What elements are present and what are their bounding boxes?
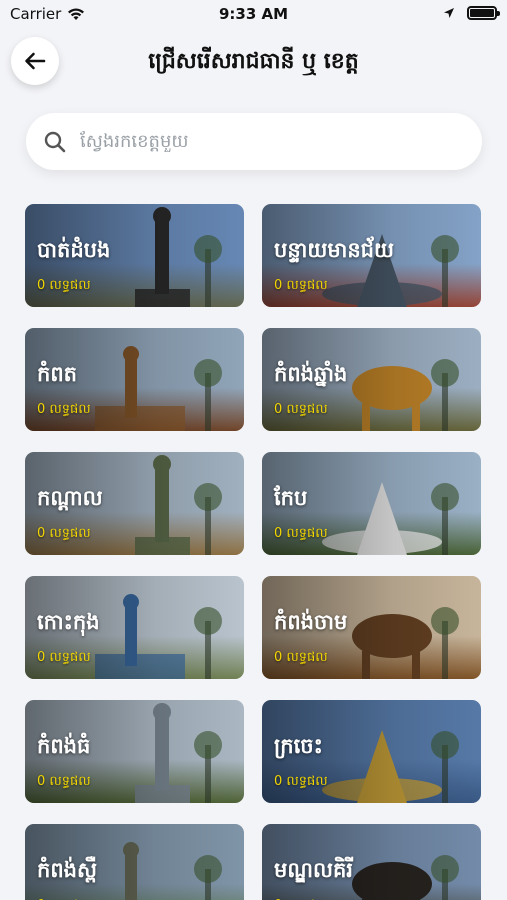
search-bar[interactable] bbox=[26, 113, 482, 170]
province-card[interactable]: កោះកុង 0 លទ្ធផល bbox=[25, 576, 244, 679]
province-card[interactable]: កំពង់ស្ពឺ0 លទ្ធផល bbox=[25, 824, 244, 900]
province-name: កំពត bbox=[37, 362, 77, 386]
province-grid: បាត់ដំបង 0 លទ្ធផល បន្ទាយមានជ័យ 0 លទ្ធផល កំពត… bbox=[25, 204, 483, 900]
province-card[interactable]: កំពង់ធំ 0 លទ្ធផល bbox=[25, 700, 244, 803]
page-title: ជ្រើសរើសរាជធានី ឬ ខេត្ត bbox=[148, 49, 359, 74]
location-arrow-icon bbox=[444, 8, 454, 18]
province-card[interactable]: កំពង់ឆ្នាំង 0 លទ្ធផល bbox=[262, 328, 481, 431]
province-name: មណ្ឌលគិរី bbox=[274, 858, 353, 882]
status-bar: Carrier 9:33 AM bbox=[0, 0, 507, 28]
province-name: ក្រចេះ bbox=[274, 734, 323, 758]
result-count: 0 លទ្ធផល bbox=[274, 278, 328, 293]
result-count: 0 លទ្ធផល bbox=[274, 402, 328, 417]
province-name: បាត់ដំបង bbox=[37, 238, 111, 262]
header: ជ្រើសរើសរាជធានី ឬ ខេត្ត bbox=[0, 34, 507, 88]
province-card[interactable]: កំពង់ចាម 0 លទ្ធផល bbox=[262, 576, 481, 679]
province-card[interactable]: កែប 0 លទ្ធផល bbox=[262, 452, 481, 555]
result-count: 0 លទ្ធផល bbox=[274, 526, 328, 541]
province-card[interactable]: បន្ទាយមានជ័យ 0 លទ្ធផល bbox=[262, 204, 481, 307]
province-name: កែប bbox=[274, 486, 308, 510]
province-card[interactable]: បាត់ដំបង 0 លទ្ធផល bbox=[25, 204, 244, 307]
province-card[interactable]: កណ្ដាល 0 លទ្ធផល bbox=[25, 452, 244, 555]
province-name: កំពង់ធំ bbox=[37, 734, 91, 758]
search-icon bbox=[44, 131, 66, 152]
province-name: កោះកុង bbox=[37, 610, 100, 634]
clock: 9:33 AM bbox=[218, 5, 289, 23]
result-count: 0 លទ្ធផល bbox=[274, 650, 328, 665]
province-name: កំពង់ចាម bbox=[274, 610, 348, 634]
battery-icon bbox=[467, 6, 500, 20]
province-card[interactable]: មណ្ឌលគិរី0 លទ្ធផល bbox=[262, 824, 481, 900]
province-name: បន្ទាយមានជ័យ bbox=[274, 238, 394, 262]
result-count: 0 លទ្ធផល bbox=[37, 650, 91, 665]
province-name: កំពង់ឆ្នាំង bbox=[274, 362, 348, 386]
result-count: 0 លទ្ធផល bbox=[37, 526, 91, 541]
result-count: 0 លទ្ធផល bbox=[37, 278, 91, 293]
province-card[interactable]: កំពត 0 លទ្ធផល bbox=[25, 328, 244, 431]
province-card[interactable]: ក្រចេះ 0 លទ្ធផល bbox=[262, 700, 481, 803]
search-input[interactable] bbox=[80, 131, 440, 152]
province-name: កំពង់ស្ពឺ bbox=[37, 858, 97, 882]
result-count: 0 លទ្ធផល bbox=[37, 774, 91, 789]
result-count: 0 លទ្ធផល bbox=[37, 402, 91, 417]
province-name: កណ្ដាល bbox=[37, 486, 103, 510]
result-count: 0 លទ្ធផល bbox=[274, 774, 328, 789]
status-right bbox=[443, 6, 500, 20]
